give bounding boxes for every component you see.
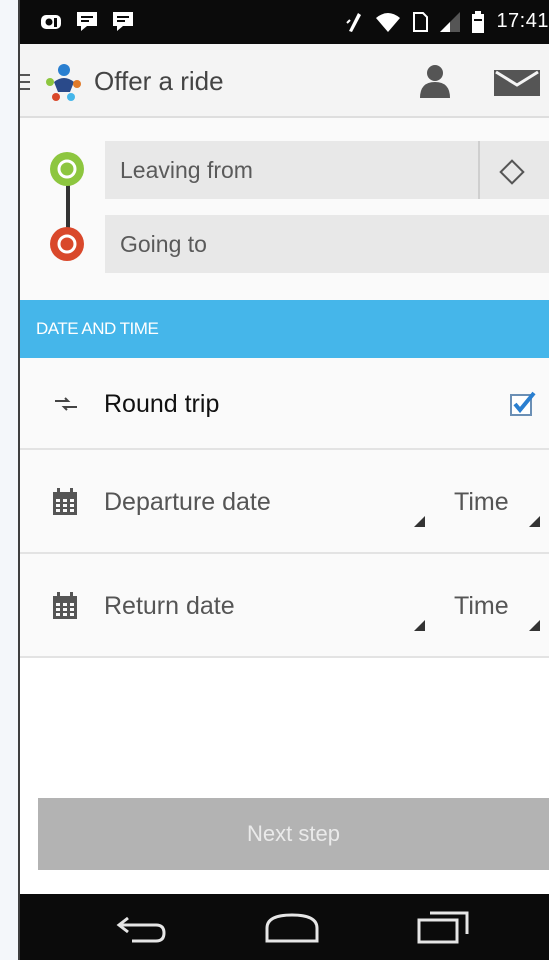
signal-icon xyxy=(440,11,461,32)
leaving-from-input[interactable]: Leaving from xyxy=(105,141,549,199)
device-frame-edge xyxy=(0,0,20,960)
calendar-icon xyxy=(53,488,77,515)
return-time-field[interactable]: Time xyxy=(454,592,509,621)
route-section: Leaving from Going to xyxy=(20,118,549,300)
user-icon[interactable] xyxy=(418,64,452,98)
status-bar-system: 17:41 xyxy=(346,10,549,33)
divider xyxy=(478,141,480,199)
mail-icon[interactable] xyxy=(494,70,540,96)
return-time-dropdown-icon[interactable] xyxy=(529,620,540,631)
status-bar: 17:41 xyxy=(20,0,549,44)
departure-date-field[interactable]: Departure date xyxy=(104,488,271,517)
date-time-section-header: DATE AND TIME xyxy=(20,300,549,358)
vibrate-icon xyxy=(346,12,362,32)
calendar-icon xyxy=(53,592,77,619)
departure-date-dropdown-icon[interactable] xyxy=(414,516,425,527)
menu-icon[interactable] xyxy=(20,74,30,90)
origin-marker-icon xyxy=(50,152,84,186)
return-date-field[interactable]: Return date xyxy=(104,592,235,621)
status-time: 17:41 xyxy=(496,10,549,32)
back-icon[interactable] xyxy=(116,914,168,944)
locate-icon[interactable] xyxy=(498,158,526,186)
round-trip-icon xyxy=(55,397,77,411)
sim-icon xyxy=(413,11,429,32)
phone-screen: 17:41 Offer a ride Leaving from Going to… xyxy=(20,0,549,960)
app-bar: Offer a ride xyxy=(20,44,549,118)
chat-icon xyxy=(113,12,133,31)
app-logo-icon[interactable] xyxy=(44,62,82,102)
round-trip-checkbox[interactable] xyxy=(510,391,536,417)
wifi-icon xyxy=(376,12,401,32)
departure-time-dropdown-icon[interactable] xyxy=(529,516,540,527)
app-notification-icon xyxy=(41,15,61,29)
recent-apps-icon[interactable] xyxy=(416,910,470,944)
going-to-input[interactable]: Going to xyxy=(105,215,549,273)
battery-icon xyxy=(472,10,485,33)
chat-icon xyxy=(77,12,97,31)
status-bar-notifications xyxy=(40,10,134,32)
next-step-button[interactable]: Next step xyxy=(38,798,549,870)
home-icon[interactable] xyxy=(264,912,320,944)
system-nav-bar xyxy=(20,894,549,960)
departure-row: Departure date Time xyxy=(20,450,549,554)
page-title: Offer a ride xyxy=(94,66,224,96)
return-row: Return date Time xyxy=(20,554,549,658)
date-time-list: Round trip Departure date Time Return da… xyxy=(20,358,549,658)
destination-marker-icon xyxy=(50,227,84,261)
departure-time-field[interactable]: Time xyxy=(454,488,509,517)
round-trip-label: Round trip xyxy=(104,390,220,418)
round-trip-row[interactable]: Round trip xyxy=(20,358,549,450)
return-date-dropdown-icon[interactable] xyxy=(414,620,425,631)
